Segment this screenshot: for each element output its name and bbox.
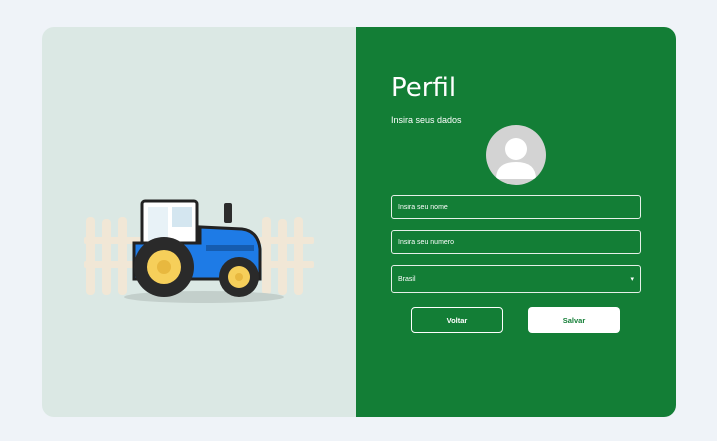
- form-subtitle: Insira seus dados: [391, 115, 462, 125]
- country-select[interactable]: Brasil ▾: [391, 265, 641, 293]
- profile-card: Perfil Insira seus dados Brasil ▾ Voltar…: [42, 27, 676, 417]
- page-title: Perfil: [391, 73, 457, 103]
- save-button[interactable]: Salvar: [528, 307, 620, 333]
- back-button[interactable]: Voltar: [411, 307, 503, 333]
- profile-form-panel: Perfil Insira seus dados Brasil ▾ Voltar…: [356, 27, 676, 417]
- chevron-down-icon: ▾: [630, 276, 634, 283]
- user-avatar-icon[interactable]: [486, 125, 546, 185]
- country-select-value: Brasil: [398, 275, 416, 283]
- tractor-illustration: [84, 199, 314, 303]
- name-input[interactable]: [391, 195, 641, 219]
- number-input[interactable]: [391, 230, 641, 254]
- illustration-panel: [42, 27, 356, 417]
